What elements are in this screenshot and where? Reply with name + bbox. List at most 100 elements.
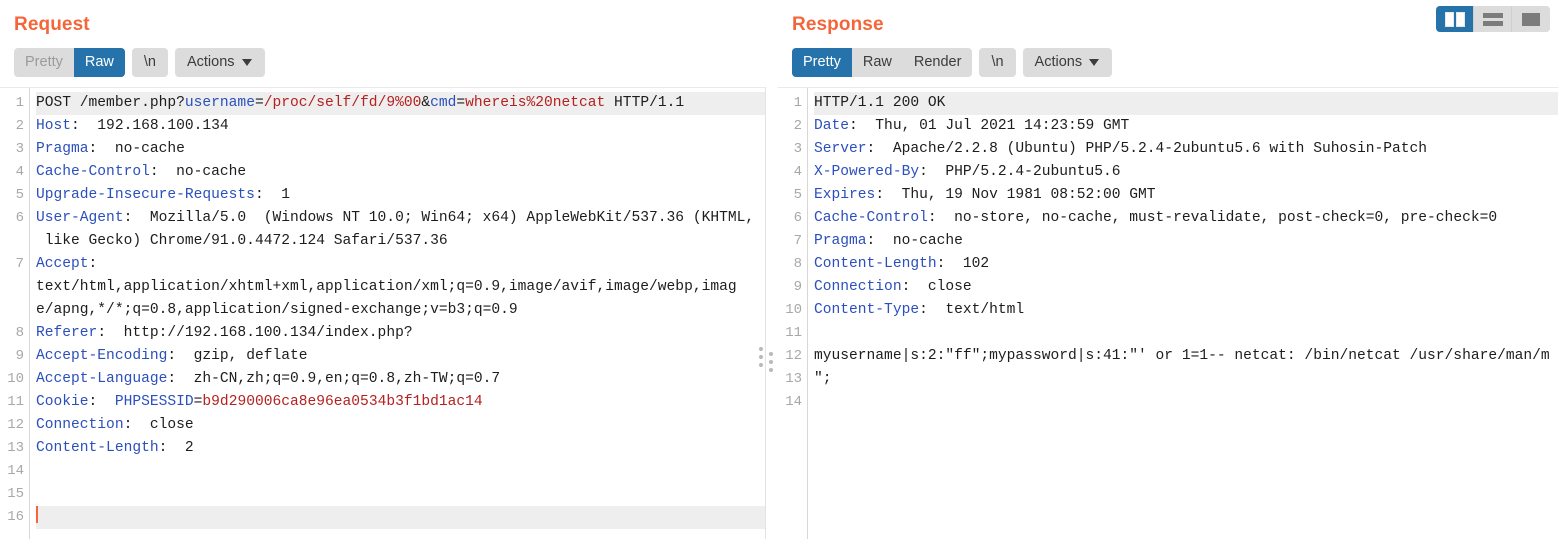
request-line[interactable]: POST /member.php?username=/proc/self/fd/…	[36, 92, 766, 115]
response-line-number: 13	[785, 371, 802, 387]
response-actions-button[interactable]: Actions	[1022, 48, 1113, 77]
request-token: Accept-Encoding	[36, 348, 168, 364]
response-actions-label: Actions	[1034, 54, 1083, 70]
request-token: username	[184, 95, 255, 111]
response-line[interactable]: HTTP/1.1 200 OK	[814, 92, 1558, 115]
request-token: : 192.168.100.134	[71, 118, 229, 134]
request-line[interactable]: Accept-Encoding: gzip, deflate	[36, 345, 766, 368]
request-line[interactable]: text/html,application/xhtml+xml,applicat…	[36, 276, 766, 299]
request-token: User-Agent	[36, 210, 124, 226]
chevron-down-icon	[241, 58, 253, 66]
tab-response-pretty[interactable]: Pretty	[792, 48, 852, 77]
request-toolbar: Pretty Raw \n Actions	[14, 48, 766, 77]
request-newline-button[interactable]: \n	[131, 48, 168, 77]
response-line-numbers: 1 2 3 4 5 6 7 8 9 10 11 12 13 14	[778, 88, 808, 539]
response-token: Content-Type	[814, 302, 920, 318]
response-line[interactable]	[814, 322, 1558, 345]
response-token: ";	[814, 371, 832, 387]
response-token: : close	[901, 279, 972, 295]
request-code[interactable]: POST /member.php?username=/proc/self/fd/…	[30, 88, 766, 539]
response-line[interactable]: Server: Apache/2.2.8 (Ubuntu) PHP/5.2.4-…	[814, 138, 1558, 161]
request-token: : zh-CN,zh;q=0.9,en;q=0.8,zh-TW;q=0.7	[167, 371, 501, 387]
request-line[interactable]: Accept-Language: zh-CN,zh;q=0.9,en;q=0.8…	[36, 368, 766, 391]
response-token: : no-cache	[866, 233, 963, 249]
request-line[interactable]: Referer: http://192.168.100.134/index.ph…	[36, 322, 766, 345]
response-line[interactable]: Date: Thu, 01 Jul 2021 14:23:59 GMT	[814, 115, 1558, 138]
response-newline-button[interactable]: \n	[979, 48, 1016, 77]
request-token: : close	[123, 417, 194, 433]
request-resize-grip[interactable]	[759, 347, 763, 367]
request-line[interactable]: Upgrade-Insecure-Requests: 1	[36, 184, 766, 207]
request-actions-label: Actions	[186, 54, 235, 70]
request-line-number: 7	[15, 256, 24, 272]
side-by-side-layout-button[interactable]	[1436, 6, 1474, 32]
response-line[interactable]: Content-Type: text/html	[814, 299, 1558, 322]
response-line-number: 12	[785, 348, 802, 364]
request-line-number: 2	[15, 118, 24, 134]
response-editor[interactable]: 1 2 3 4 5 6 7 8 9 10 11 12 13 14 HTTP/1.1 200 OK Date:…	[778, 87, 1558, 539]
response-line[interactable]: Pragma: no-cache	[814, 230, 1558, 253]
response-token: HTTP/1.1 200 OK	[814, 95, 946, 111]
request-line-number: 14	[7, 463, 24, 479]
request-line[interactable]	[36, 483, 766, 506]
response-token: : 102	[936, 256, 990, 272]
request-token: Host	[36, 118, 72, 134]
response-line[interactable]: ";	[814, 368, 1558, 391]
request-panel: Request Pretty Raw \n Actions 123456 7 8…	[0, 0, 766, 539]
response-token: : text/html	[919, 302, 1025, 318]
response-line[interactable]: Connection: close	[814, 276, 1558, 299]
response-line[interactable]: myusername|s:2:"ff";mypassword|s:41:"' o…	[814, 345, 1558, 368]
divider-drag-handle[interactable]	[769, 352, 773, 372]
request-editor[interactable]: 123456 7 8 9 10 11 12 13 14 15 16 POST /member.p…	[0, 87, 766, 539]
single-pane-layout-button[interactable]	[1512, 6, 1550, 32]
request-line[interactable]: Content-Length: 2	[36, 437, 766, 460]
response-line[interactable]: Expires: Thu, 19 Nov 1981 08:52:00 GMT	[814, 184, 1558, 207]
request-token: : http://192.168.100.134/index.php?	[97, 325, 413, 341]
response-line[interactable]: X-Powered-By: PHP/5.2.4-2ubuntu5.6	[814, 161, 1558, 184]
request-token: b9d290006ca8e96ea0534b3f1bd1ac14	[202, 394, 483, 410]
stacked-layout-button[interactable]	[1474, 6, 1512, 32]
response-line-number: 11	[785, 325, 802, 341]
response-code[interactable]: HTTP/1.1 200 OK Date: Thu, 01 Jul 2021 14…	[808, 88, 1558, 539]
request-token: e/apng,*/*;q=0.8,application/signed-exch…	[36, 302, 518, 318]
request-line[interactable]: Host: 192.168.100.134	[36, 115, 766, 138]
tab-request-raw[interactable]: Raw	[73, 48, 125, 77]
response-line-number: 3	[793, 141, 802, 157]
response-view-tabs: Pretty Raw Render	[792, 48, 973, 77]
request-line-number: 11	[7, 394, 24, 410]
request-line-number: 13	[7, 440, 24, 456]
request-line[interactable]: Cookie: PHPSESSID=b9d290006ca8e96ea0534b…	[36, 391, 766, 414]
request-actions-button[interactable]: Actions	[174, 48, 265, 77]
request-line[interactable]: User-Agent: Mozilla/5.0 (Windows NT 10.0…	[36, 207, 766, 230]
response-line-number: 14	[785, 394, 802, 410]
single-pane-icon	[1522, 12, 1540, 26]
response-line-number: 7	[793, 233, 802, 249]
request-token: text/html,application/xhtml+xml,applicat…	[36, 279, 737, 295]
response-line[interactable]	[814, 391, 1558, 414]
request-line-number: 1	[15, 95, 24, 111]
request-line[interactable]	[36, 460, 766, 483]
request-token: Referer	[36, 325, 98, 341]
request-view-tabs: Pretty Raw	[14, 48, 125, 77]
request-line-number: 12	[7, 417, 24, 433]
tab-response-raw[interactable]: Raw	[852, 48, 903, 77]
response-line-number: 10	[785, 302, 802, 318]
request-line[interactable]: Cache-Control: no-cache	[36, 161, 766, 184]
request-line[interactable]	[36, 506, 766, 529]
request-token: Connection	[36, 417, 124, 433]
request-line[interactable]: like Gecko) Chrome/91.0.4472.124 Safari/…	[36, 230, 766, 253]
request-line-number	[0, 299, 29, 322]
request-line[interactable]: Pragma: no-cache	[36, 138, 766, 161]
request-token: : Mozilla/5.0 (Windows NT 10.0; Win64; x…	[123, 210, 755, 226]
response-line[interactable]: Content-Length: 102	[814, 253, 1558, 276]
request-line[interactable]: Connection: close	[36, 414, 766, 437]
panel-divider[interactable]	[766, 0, 778, 539]
request-line[interactable]: Accept:	[36, 253, 766, 276]
response-line[interactable]: Cache-Control: no-store, no-cache, must-…	[814, 207, 1558, 230]
request-line-number: 9	[15, 348, 24, 364]
response-token: Server	[814, 141, 867, 157]
tab-response-render[interactable]: Render	[903, 48, 973, 77]
http-message-viewer: Request Pretty Raw \n Actions 123456 7 8…	[0, 0, 1558, 539]
request-line[interactable]: e/apng,*/*;q=0.8,application/signed-exch…	[36, 299, 766, 322]
tab-request-pretty[interactable]: Pretty	[14, 48, 74, 77]
